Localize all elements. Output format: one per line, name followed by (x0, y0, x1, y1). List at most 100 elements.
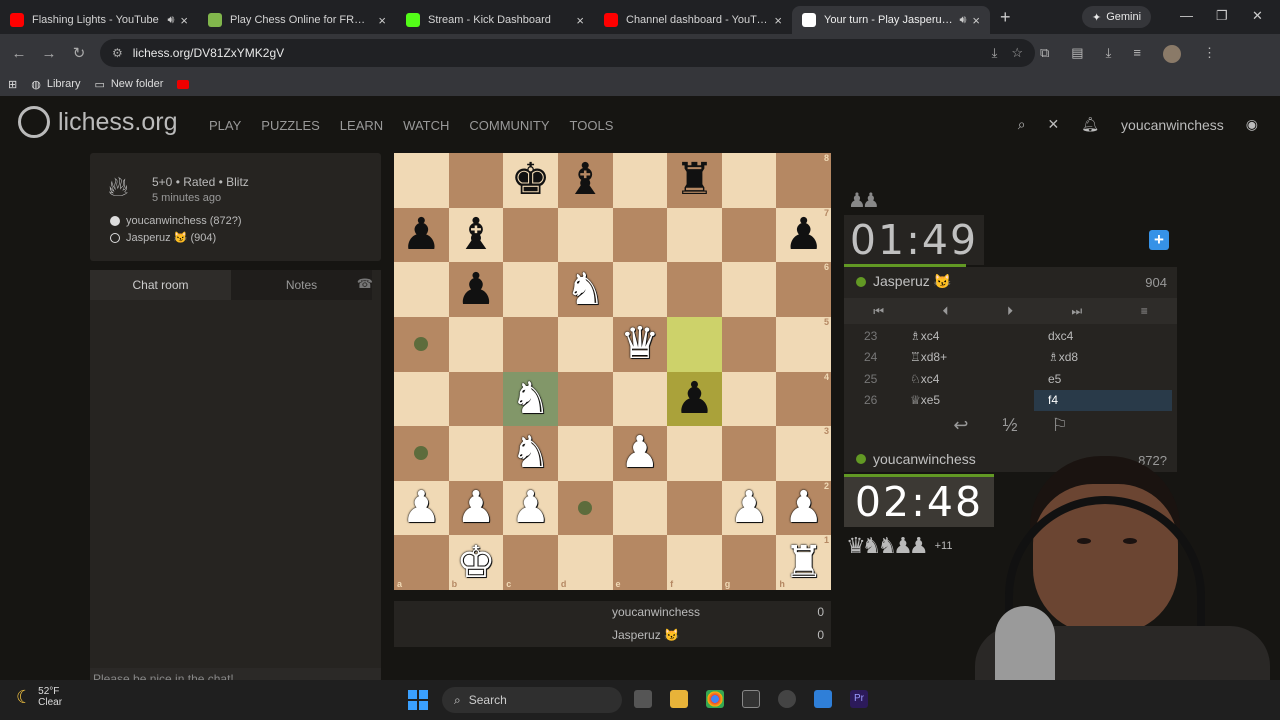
player-name[interactable]: youcanwinchess (856, 451, 976, 467)
square-d4[interactable] (557, 371, 613, 427)
square-f3[interactable] (667, 426, 722, 481)
white-pawn-icon[interactable]: ♟ (511, 486, 550, 530)
reload-icon[interactable]: ↻ (64, 44, 94, 62)
white-pawn-icon[interactable]: ♟ (456, 486, 495, 530)
square-b8[interactable] (448, 153, 504, 208)
black-rook-icon[interactable]: ♜ (675, 158, 714, 202)
move-list-menu-icon[interactable]: ≡ (1141, 304, 1148, 318)
black-bishop-icon[interactable]: ♝ (565, 158, 604, 202)
opponent-name[interactable]: Jasperuz 😼 (856, 273, 951, 290)
chat-toggle-icon[interactable]: ☎ (357, 276, 373, 292)
square-d7[interactable] (557, 207, 613, 263)
black-move[interactable]: dxc4 (1034, 329, 1172, 343)
last-move-icon[interactable]: ⏭ (1071, 304, 1082, 319)
square-g4[interactable] (721, 371, 777, 427)
prev-move-icon[interactable]: ⏴ (942, 304, 948, 319)
square-c1[interactable]: c (503, 535, 558, 590)
start-button[interactable] (408, 690, 428, 710)
square-h3[interactable]: 3 (776, 426, 831, 481)
app-icon[interactable] (778, 690, 796, 708)
square-e1[interactable]: e (612, 535, 668, 590)
white-knight-icon[interactable]: ♞ (565, 267, 604, 312)
square-e6[interactable] (612, 262, 668, 317)
audio-playing-icon[interactable]: 🔊︎ (167, 14, 174, 27)
apps-grid-icon[interactable]: ⊞ (8, 78, 17, 91)
white-move[interactable]: ♗xc4 (896, 329, 1034, 343)
lichess-logo[interactable]: lichess.org (18, 106, 178, 138)
square-b2[interactable]: ♟ (448, 480, 504, 536)
square-a4[interactable] (394, 371, 449, 427)
resign-flag-icon[interactable]: ⚐ (1051, 415, 1067, 436)
square-h7[interactable]: ♟ 7 (776, 207, 831, 263)
new-tab-button[interactable]: + (1000, 7, 1011, 28)
first-move-icon[interactable]: ⏮ (873, 304, 884, 319)
reading-mode-icon[interactable]: ▤ (1071, 45, 1083, 63)
white-knight-icon[interactable]: ♞ (511, 376, 550, 421)
white-pawn-icon[interactable]: ♟ (784, 486, 823, 530)
white-rook-icon[interactable]: ♜ (784, 540, 823, 585)
square-a3[interactable] (394, 426, 449, 481)
square-d5[interactable] (557, 316, 613, 372)
move-destination-dot[interactable] (414, 337, 429, 352)
square-g7[interactable] (721, 207, 777, 263)
black-king-icon[interactable]: ♚ (511, 158, 550, 202)
square-e5[interactable]: ♛ (612, 316, 668, 372)
square-d1[interactable]: d (557, 535, 613, 590)
chrome-icon[interactable] (706, 690, 724, 708)
square-f1[interactable]: f (667, 535, 722, 590)
square-g2[interactable]: ♟ (721, 480, 777, 536)
takeback-icon[interactable]: ↩ (953, 415, 968, 436)
square-f8[interactable]: ♜ (667, 153, 722, 208)
bookmark-new-folder[interactable]: ▭ New folder (94, 78, 163, 91)
white-move[interactable]: ♖xd8+ (896, 350, 1034, 364)
black-bishop-icon[interactable]: ♝ (456, 212, 495, 257)
square-e8[interactable] (612, 153, 668, 208)
obs-icon[interactable] (742, 690, 760, 708)
weather-widget[interactable]: ☾ 52°F Clear (16, 686, 62, 708)
file-explorer-icon[interactable] (670, 690, 688, 708)
square-e7[interactable] (612, 207, 668, 263)
square-d2[interactable] (557, 480, 613, 536)
premiere-pro-icon[interactable]: Pr (850, 690, 868, 708)
maximize-button[interactable]: ❐ (1216, 8, 1228, 24)
black-pawn-icon[interactable]: ♟ (675, 376, 714, 421)
back-icon[interactable]: ← (4, 45, 34, 62)
close-icon[interactable]: ✕ (1048, 116, 1060, 133)
square-h6[interactable]: 6 (776, 262, 831, 317)
square-c4[interactable]: ♞ (503, 371, 558, 427)
task-view-icon[interactable] (634, 690, 652, 708)
nav-play[interactable]: PLAY (209, 118, 241, 133)
offer-draw-icon[interactable]: ½ (1002, 415, 1017, 436)
next-move-icon[interactable]: ⏵ (1007, 304, 1013, 319)
square-a8[interactable] (394, 153, 449, 208)
black-pawn-icon[interactable]: ♟ (402, 212, 441, 257)
square-c2[interactable]: ♟ (503, 480, 558, 536)
square-f2[interactable] (667, 480, 722, 536)
username-menu[interactable]: youcanwinchess (1121, 117, 1224, 133)
square-f7[interactable] (667, 207, 722, 263)
black-player-line[interactable]: Jasperuz 😼 (904) (110, 231, 216, 244)
media-controls-icon[interactable]: ≡ (1133, 45, 1141, 63)
white-player-line[interactable]: youcanwinchess (872?) (110, 215, 242, 227)
move-destination-dot[interactable] (414, 446, 429, 461)
close-window-button[interactable]: ✕ (1252, 8, 1263, 24)
url-field[interactable]: ⚙ lichess.org/DV81ZxYMK2gV ⤓ ☆ (100, 39, 1035, 67)
gemini-button[interactable]: ✦ Gemini (1082, 6, 1152, 28)
notepad-icon[interactable] (814, 690, 832, 708)
square-b5[interactable] (448, 316, 504, 372)
square-a1[interactable]: a (394, 535, 449, 590)
square-c3[interactable]: ♞ (503, 426, 558, 481)
square-g8[interactable] (721, 153, 777, 208)
white-pawn-icon[interactable]: ♟ (620, 431, 659, 475)
notification-bell-icon[interactable]: 🔔︎ (1081, 116, 1099, 133)
black-move[interactable]: f4 (1034, 389, 1172, 411)
white-pawn-icon[interactable]: ♟ (402, 486, 441, 530)
square-g5[interactable] (721, 316, 777, 372)
square-h8[interactable]: 8 (776, 153, 831, 208)
nav-watch[interactable]: WATCH (403, 118, 449, 133)
square-h4[interactable]: 4 (776, 371, 831, 427)
site-info-icon[interactable]: ⚙ (112, 46, 123, 60)
menu-icon[interactable]: ⋮ (1203, 45, 1216, 63)
square-a2[interactable]: ♟ (394, 480, 449, 536)
square-h5[interactable]: 5 (776, 316, 831, 372)
